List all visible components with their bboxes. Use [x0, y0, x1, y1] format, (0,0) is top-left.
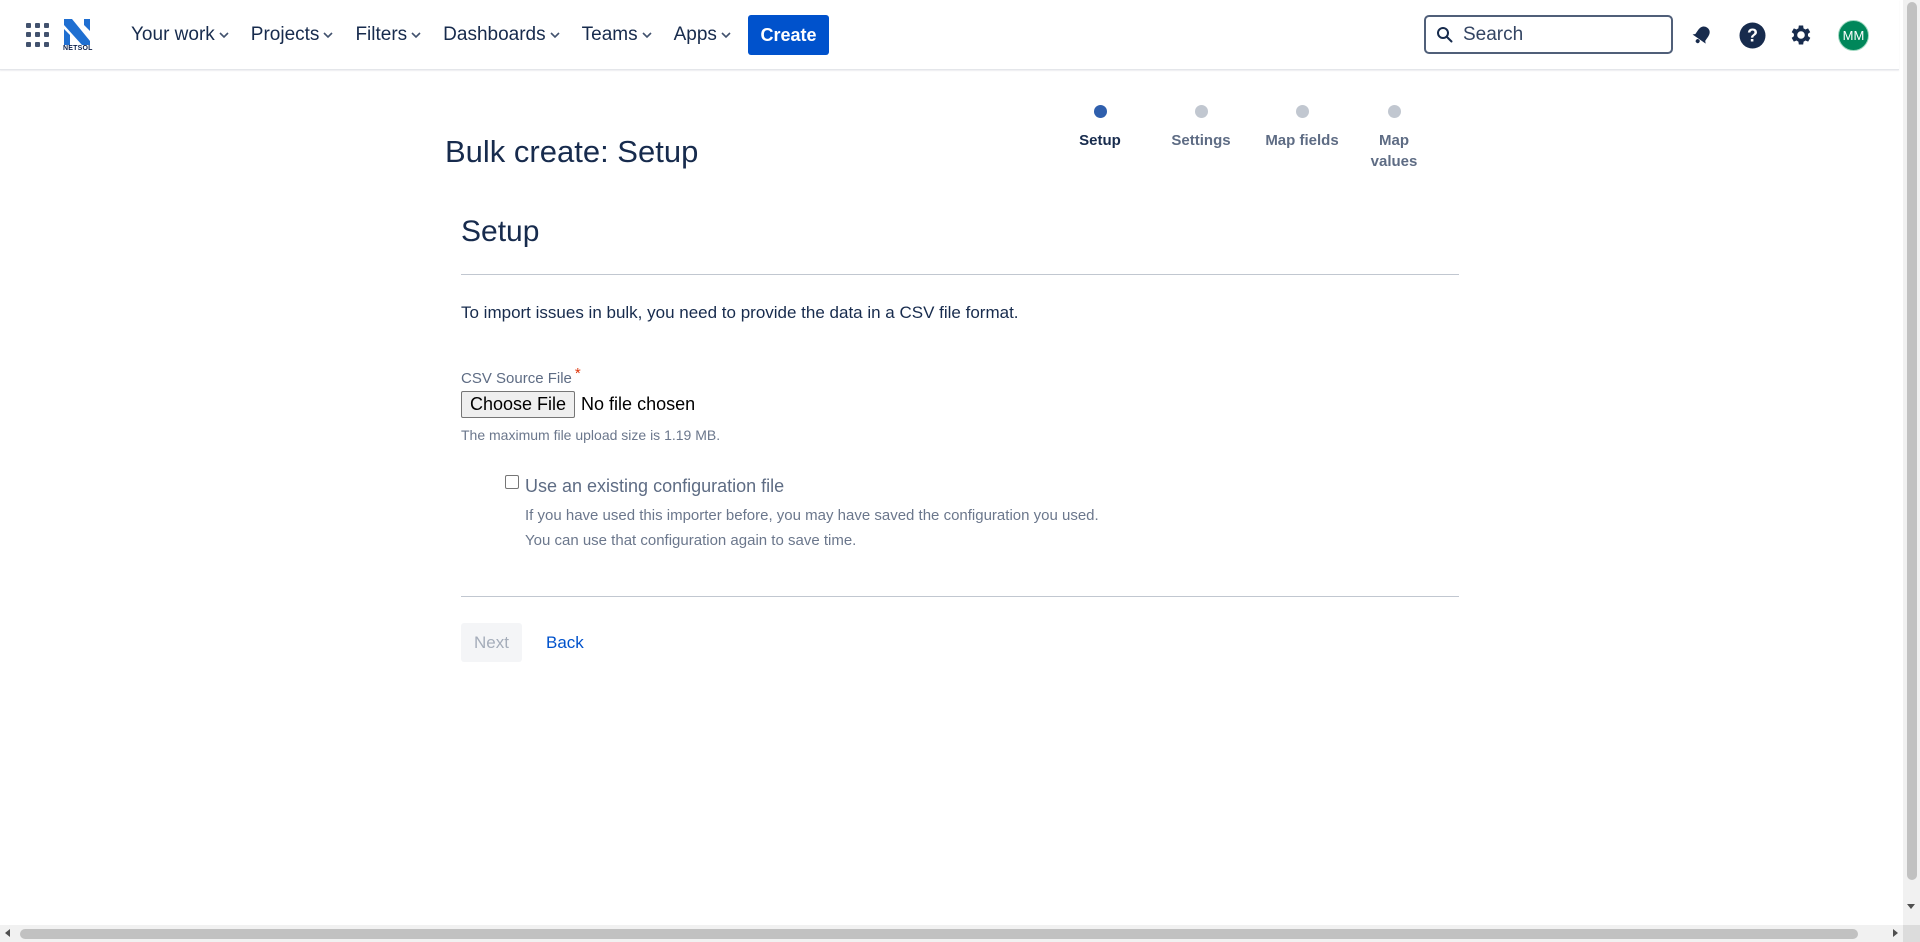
step-map-values: Map values [1344, 105, 1444, 172]
section-title: Setup [461, 215, 540, 248]
nav-teams-label: Teams [581, 24, 638, 45]
nav-dashboards-label: Dashboards [443, 24, 546, 45]
settings-gear-icon[interactable] [1783, 17, 1819, 53]
step-label: Settings [1171, 132, 1231, 149]
nav-apps[interactable]: Apps [663, 15, 742, 55]
csv-source-label: CSV Source File * [461, 365, 581, 387]
horizontal-scrollbar[interactable] [0, 925, 1903, 942]
nav-your-work[interactable]: Your work [120, 15, 240, 55]
config-checkbox-row [505, 475, 519, 489]
file-picker: Choose File No file chosen [461, 391, 695, 418]
step-dot [1295, 105, 1309, 118]
chevron-down-icon [550, 32, 560, 39]
nav-apps-label: Apps [673, 24, 717, 45]
page-title: Bulk create: Setup [445, 134, 699, 169]
nav-filters-label: Filters [355, 24, 408, 45]
config-checkbox-label[interactable]: Use an existing configuration file [525, 476, 784, 497]
search-icon [1437, 27, 1453, 43]
chevron-down-icon [642, 32, 652, 39]
step-label: Setup [1079, 132, 1121, 149]
svg-text:?: ? [1747, 25, 1758, 45]
top-navigation: NETSOL Your work Projects Filters Dashbo… [0, 0, 1899, 70]
config-description-line-2: You can use that configuration again to … [525, 532, 857, 549]
scrollbar-corner [1903, 925, 1920, 942]
choose-file-button[interactable]: Choose File [461, 391, 576, 418]
primary-nav: Your work Projects Filters Dashboards Te… [120, 0, 742, 70]
chevron-down-icon [323, 32, 334, 39]
required-marker: * [574, 365, 581, 382]
file-status-text: No file chosen [581, 394, 696, 414]
config-description-line-1: If you have used this importer before, y… [525, 507, 1099, 524]
step-settings: Settings [1151, 105, 1251, 151]
nav-projects[interactable]: Projects [240, 15, 345, 55]
search-box[interactable] [1424, 15, 1673, 54]
step-label: Map fields [1265, 132, 1339, 149]
vertical-scrollbar-thumb[interactable] [1907, 2, 1917, 880]
step-dot [1387, 105, 1401, 118]
max-size-help-text: The maximum file upload size is 1.19 MB. [461, 427, 721, 443]
nav-projects-label: Projects [250, 24, 320, 45]
scroll-right-arrow-icon[interactable] [1893, 929, 1898, 937]
next-button[interactable]: Next [461, 623, 522, 662]
vertical-scrollbar[interactable] [1903, 0, 1920, 925]
chevron-down-icon [721, 32, 731, 39]
divider [461, 274, 1459, 275]
create-button[interactable]: Create [748, 15, 829, 55]
search-input[interactable] [1463, 23, 1653, 46]
horizontal-scrollbar-thumb[interactable] [20, 929, 1858, 939]
back-link[interactable]: Back [546, 633, 584, 653]
step-dot-active [1093, 105, 1107, 118]
help-icon[interactable]: ? [1734, 17, 1770, 53]
nav-your-work-label: Your work [131, 24, 215, 45]
nav-filters[interactable]: Filters [344, 15, 432, 55]
logo-text: NETSOL [63, 45, 93, 52]
step-label: Map values [1370, 132, 1418, 170]
nav-teams[interactable]: Teams [571, 15, 663, 55]
chevron-down-icon [411, 32, 421, 39]
chevron-down-icon [219, 32, 229, 39]
scroll-down-arrow-icon[interactable] [1907, 904, 1915, 909]
scroll-left-arrow-icon[interactable] [5, 929, 10, 937]
step-setup: Setup [1050, 105, 1150, 151]
user-avatar[interactable]: MM [1838, 20, 1869, 51]
csv-source-label-text: CSV Source File [461, 370, 572, 387]
notifications-bell-icon[interactable] [1684, 17, 1720, 53]
intro-text: To import issues in bulk, you need to pr… [461, 303, 1019, 322]
app-switcher-icon[interactable] [26, 23, 50, 47]
use-existing-config-checkbox[interactable] [505, 475, 519, 489]
divider [461, 596, 1459, 597]
progress-tracker: Setup Settings Map fields Map values [1050, 105, 1430, 185]
step-dot [1194, 105, 1208, 118]
step-map-fields: Map fields [1252, 105, 1352, 151]
nav-dashboards[interactable]: Dashboards [432, 15, 570, 55]
